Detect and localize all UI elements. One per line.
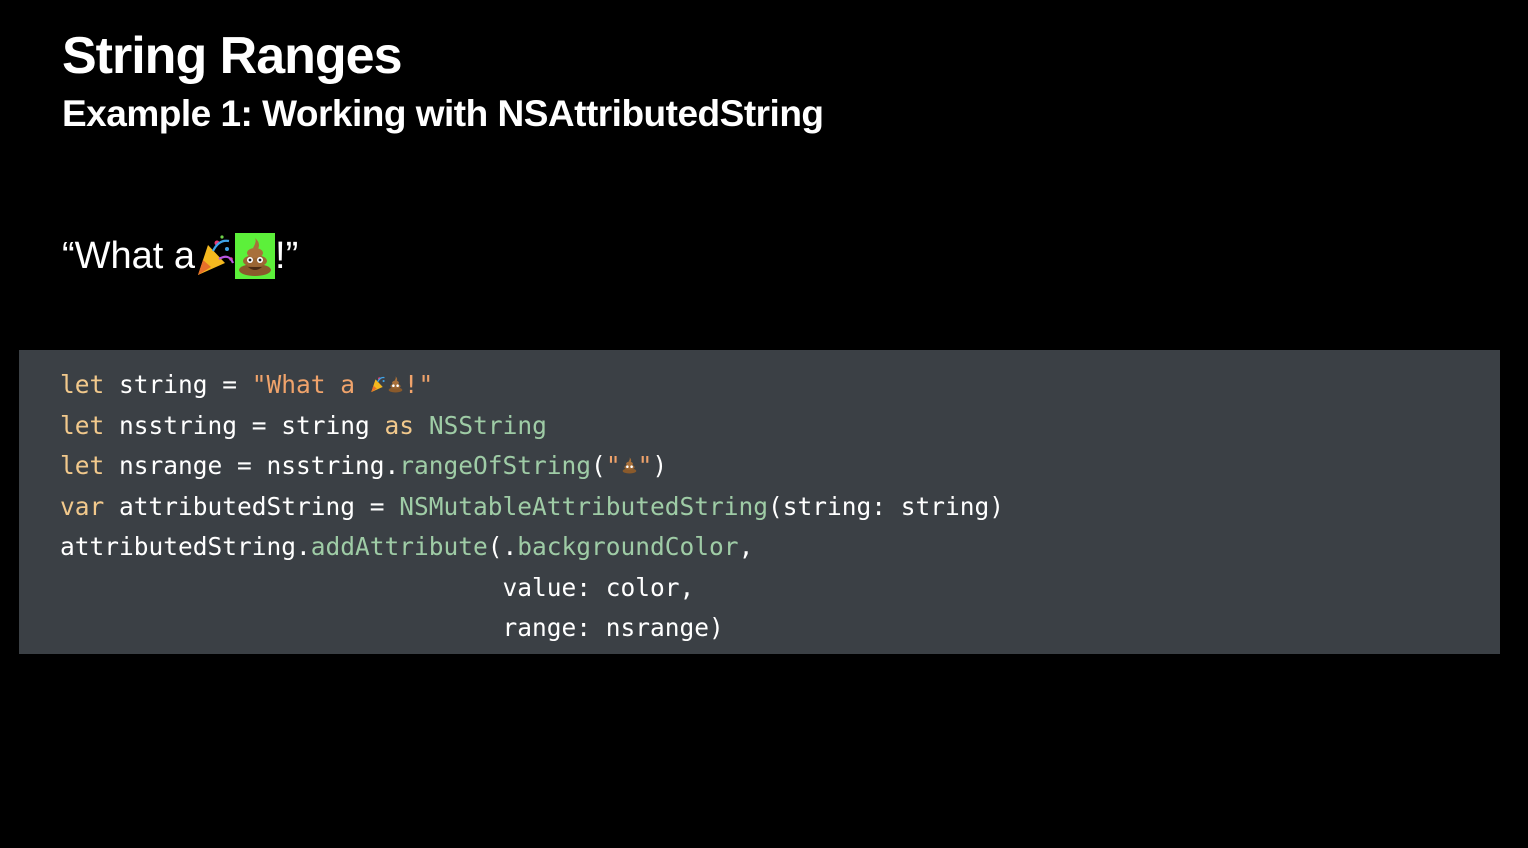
pile-of-poo-icon	[387, 372, 404, 396]
code-keyword: as	[384, 411, 415, 440]
code-text: nsstring = string	[104, 411, 385, 440]
code-type: NSMutableAttributedString	[399, 492, 769, 521]
party-popper-icon	[195, 233, 235, 279]
slide-title: String Ranges	[62, 27, 402, 85]
code-text: attributedString =	[104, 492, 400, 521]
code-keyword: let	[60, 411, 105, 440]
code-string: "What a	[251, 370, 370, 399]
code-function: rangeOfString	[399, 451, 592, 480]
code-text: attributedString.	[60, 532, 311, 561]
code-string: "	[605, 451, 621, 480]
code-string: "	[637, 451, 653, 480]
slide-subtitle: Example 1: Working with NSAttributedStri…	[62, 93, 824, 134]
code-text: string =	[104, 370, 252, 399]
code-text: range: nsrange)	[60, 613, 724, 642]
code-keyword: let	[60, 451, 105, 480]
code-text: (.	[487, 532, 518, 561]
code-text: ,	[738, 532, 754, 561]
code-function: backgroundColor	[517, 532, 739, 561]
code-string: !"	[403, 370, 434, 399]
code-keyword: let	[60, 370, 105, 399]
code-line-4: var attributedString = NSMutableAttribut…	[60, 492, 1004, 522]
code-text: (	[591, 451, 606, 480]
pile-of-poo-icon	[621, 453, 638, 477]
sample-prefix: “What a	[62, 234, 196, 277]
code-line-6: value: color,	[60, 573, 695, 603]
code-line-2: let nsstring = string as NSString	[60, 411, 547, 441]
code-type: NSString	[428, 411, 547, 440]
pile-of-poo-icon	[235, 233, 276, 279]
code-block: let string = "What a !" let nsstring = s…	[19, 350, 1500, 654]
code-function: addAttribute	[310, 532, 488, 561]
code-text: )	[652, 451, 668, 480]
sample-string: “What a !”	[62, 230, 298, 282]
code-text: value: color,	[60, 573, 695, 602]
code-line-1: let string = "What a !"	[60, 370, 433, 400]
code-line-7: range: nsrange)	[60, 613, 724, 643]
code-line-3: let nsrange = nsstring.rangeOfString(" ")	[60, 451, 667, 481]
code-text: (string: string)	[768, 492, 1005, 521]
code-keyword: var	[60, 492, 105, 521]
party-popper-icon	[370, 372, 387, 396]
code-line-5: attributedString.addAttribute(.backgroun…	[60, 532, 753, 562]
sample-suffix: !”	[275, 234, 299, 277]
code-text: nsrange = nsstring.	[104, 451, 400, 480]
